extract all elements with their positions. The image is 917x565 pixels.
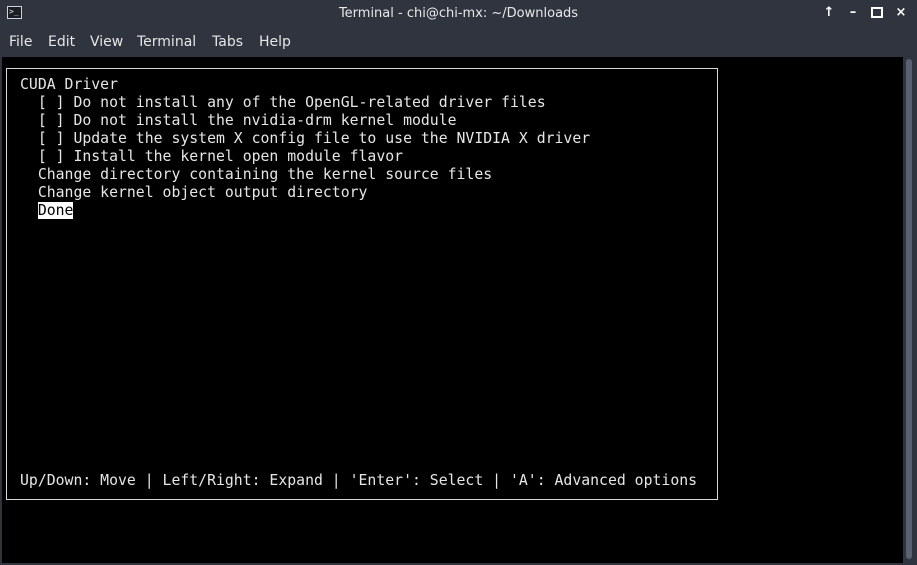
- menu-tabs[interactable]: Tabs: [212, 27, 243, 57]
- menu-file[interactable]: File: [9, 27, 32, 57]
- menu-help[interactable]: Help: [259, 27, 291, 57]
- option-no-opengl-files[interactable]: [ ] Do not install any of the OpenGL-rel…: [20, 94, 546, 112]
- menu-bar: File Edit View Terminal Tabs Help: [0, 27, 917, 57]
- minimize-button[interactable]: –: [845, 5, 861, 21]
- maximize-button[interactable]: [869, 5, 885, 21]
- window-title: Terminal - chi@chi-mx: ~/Downloads: [338, 6, 579, 21]
- title-bar[interactable]: >_ Terminal - chi@chi-mx: ~/Downloads ↑ …: [0, 0, 917, 27]
- dialog-heading: CUDA Driver: [20, 76, 118, 93]
- scrollbar-thumb[interactable]: [906, 59, 912, 559]
- option-update-x-config[interactable]: [ ] Update the system X config file to u…: [20, 130, 590, 148]
- maximize-icon: [871, 7, 883, 18]
- option-change-kernel-source-dir[interactable]: Change directory containing the kernel s…: [20, 166, 492, 184]
- done-indent: [20, 202, 38, 219]
- dialog-footer-help: Up/Down: Move | Left/Right: Expand | 'En…: [20, 472, 698, 489]
- menu-terminal[interactable]: Terminal: [137, 27, 196, 57]
- close-button[interactable]: ×: [893, 5, 909, 21]
- option-no-nvidia-drm[interactable]: [ ] Do not install the nvidia-drm kernel…: [20, 112, 457, 130]
- keep-above-button[interactable]: ↑: [821, 5, 837, 21]
- done-option[interactable]: Done: [37, 202, 74, 219]
- done-line: Done: [20, 202, 74, 220]
- scrollbar[interactable]: [903, 57, 915, 563]
- menu-edit[interactable]: Edit: [48, 27, 75, 57]
- option-kernel-open-module[interactable]: [ ] Install the kernel open module flavo…: [20, 148, 403, 166]
- menu-view[interactable]: View: [90, 27, 123, 57]
- option-change-kernel-object-dir[interactable]: Change kernel object output directory: [20, 184, 368, 202]
- terminal-window: >_ Terminal - chi@chi-mx: ~/Downloads ↑ …: [0, 0, 917, 565]
